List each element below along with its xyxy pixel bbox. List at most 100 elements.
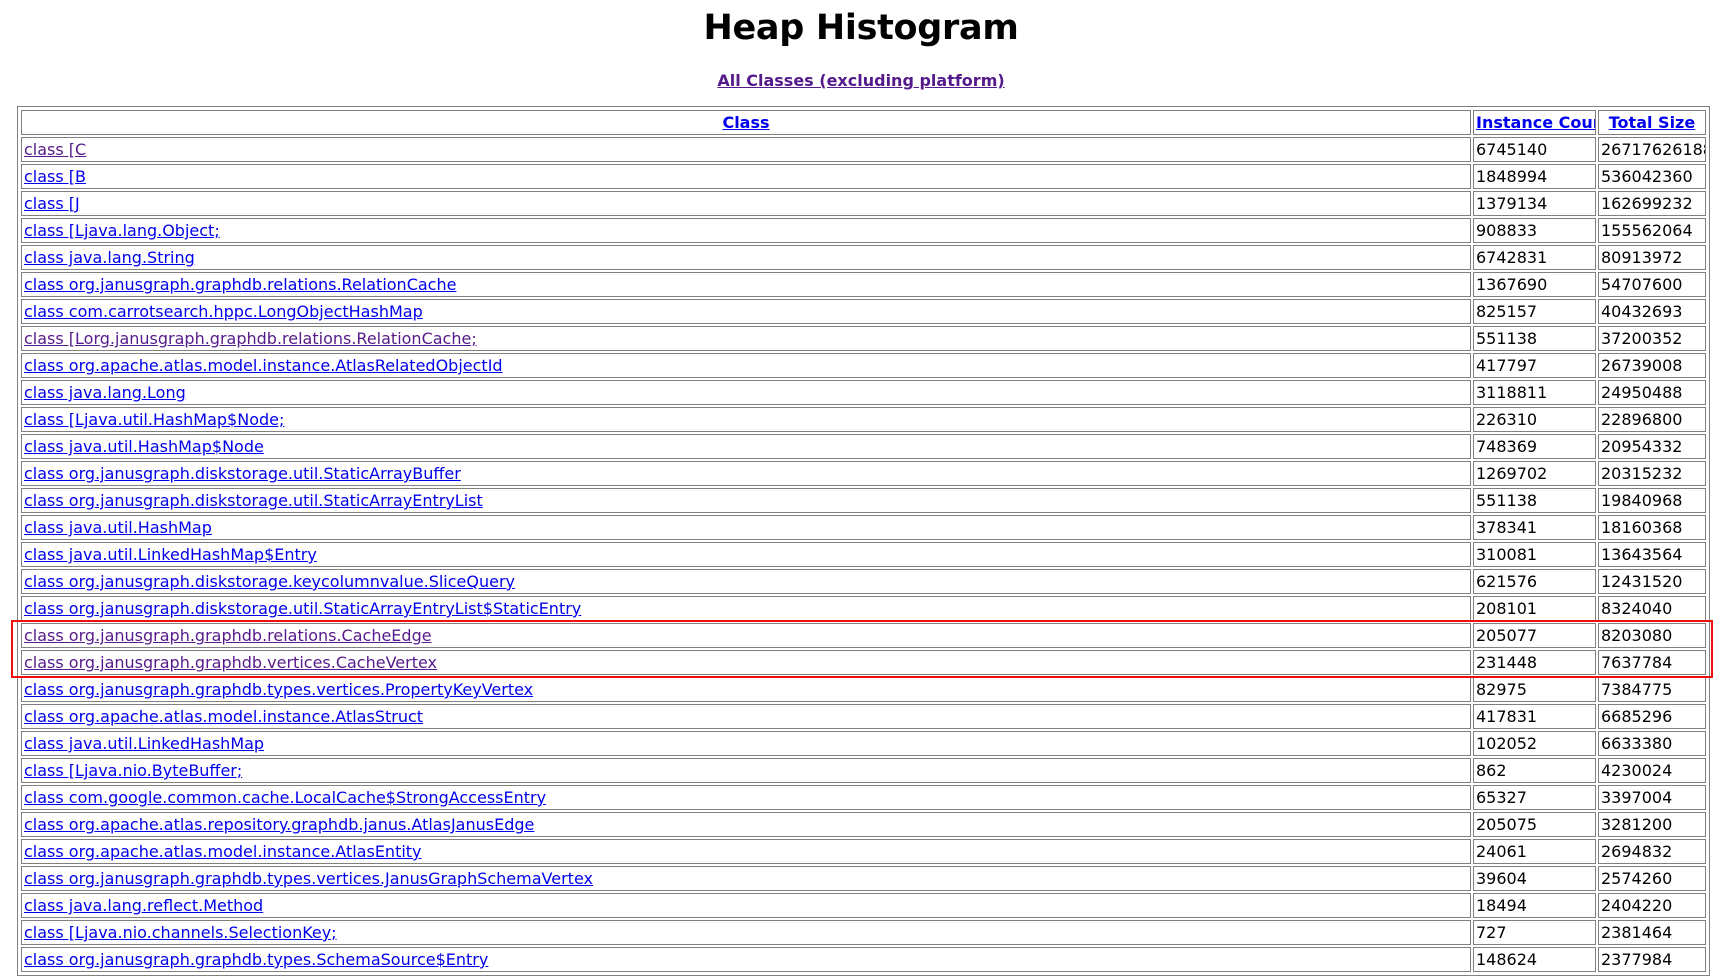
class-cell: class org.janusgraph.diskstorage.util.St… xyxy=(21,461,1471,486)
class-link[interactable]: class [Ljava.lang.Object; xyxy=(24,221,220,240)
class-link[interactable]: class [B xyxy=(24,167,86,186)
class-link[interactable]: class org.janusgraph.graphdb.vertices.Ca… xyxy=(24,653,437,672)
total-size-cell: 6685296 xyxy=(1598,704,1706,729)
table-row: class java.lang.Long 3118811 24950488 xyxy=(21,380,1706,405)
total-size-cell: 80913972 xyxy=(1598,245,1706,270)
sort-by-total-size-link[interactable]: Total Size xyxy=(1609,113,1695,132)
table-row: class java.util.HashMap 378341 18160368 xyxy=(21,515,1706,540)
sort-by-instance-count-link[interactable]: Instance Count xyxy=(1476,113,1595,132)
class-cell: class [J xyxy=(21,191,1471,216)
instance-count-cell: 205077 xyxy=(1473,623,1596,648)
total-size-cell: 536042360 xyxy=(1598,164,1706,189)
table-row: class org.janusgraph.diskstorage.util.St… xyxy=(21,596,1706,621)
instance-count-cell: 3118811 xyxy=(1473,380,1596,405)
instance-count-cell: 102052 xyxy=(1473,731,1596,756)
class-cell: class com.google.common.cache.LocalCache… xyxy=(21,785,1471,810)
total-size-cell: 26717626188 xyxy=(1598,137,1706,162)
header-instance-count: Instance Count xyxy=(1473,110,1596,135)
instance-count-cell: 6745140 xyxy=(1473,137,1596,162)
total-size-cell: 2404220 xyxy=(1598,893,1706,918)
class-link[interactable]: class com.carrotsearch.hppc.LongObjectHa… xyxy=(24,302,423,321)
class-cell: class [B xyxy=(21,164,1471,189)
total-size-cell: 13643564 xyxy=(1598,542,1706,567)
table-row: class [Ljava.nio.channels.SelectionKey; 7… xyxy=(21,920,1706,945)
total-size-cell: 20954332 xyxy=(1598,434,1706,459)
total-size-cell: 18160368 xyxy=(1598,515,1706,540)
class-cell: class [Lorg.janusgraph.graphdb.relations… xyxy=(21,326,1471,351)
instance-count-cell: 208101 xyxy=(1473,596,1596,621)
instance-count-cell: 551138 xyxy=(1473,326,1596,351)
all-classes-link[interactable]: All Classes (excluding platform) xyxy=(717,71,1004,90)
class-link[interactable]: class [C xyxy=(24,140,86,159)
table-row: class org.janusgraph.graphdb.relations.C… xyxy=(21,623,1706,648)
class-link[interactable]: class org.janusgraph.diskstorage.util.St… xyxy=(24,491,483,510)
total-size-cell: 26739008 xyxy=(1598,353,1706,378)
class-cell: class [Ljava.lang.Object; xyxy=(21,218,1471,243)
table-row: class [Lorg.janusgraph.graphdb.relations… xyxy=(21,326,1706,351)
class-link[interactable]: class org.apache.atlas.model.instance.At… xyxy=(24,842,422,861)
sort-by-class-link[interactable]: Class xyxy=(722,113,769,132)
class-cell: class org.janusgraph.graphdb.types.verti… xyxy=(21,677,1471,702)
class-link[interactable]: class org.janusgraph.graphdb.relations.R… xyxy=(24,275,456,294)
instance-count-cell: 205075 xyxy=(1473,812,1596,837)
instance-count-cell: 310081 xyxy=(1473,542,1596,567)
header-total-size: Total Size xyxy=(1598,110,1706,135)
instance-count-cell: 65327 xyxy=(1473,785,1596,810)
total-size-cell: 2694832 xyxy=(1598,839,1706,864)
class-cell: class [Ljava.nio.ByteBuffer; xyxy=(21,758,1471,783)
instance-count-cell: 226310 xyxy=(1473,407,1596,432)
instance-count-cell: 1379134 xyxy=(1473,191,1596,216)
class-link[interactable]: class java.util.LinkedHashMap$Entry xyxy=(24,545,317,564)
table-row: class org.janusgraph.graphdb.types.verti… xyxy=(21,866,1706,891)
class-link[interactable]: class org.janusgraph.graphdb.types.Schem… xyxy=(24,950,488,969)
class-cell: class org.janusgraph.diskstorage.util.St… xyxy=(21,596,1471,621)
class-link[interactable]: class java.util.LinkedHashMap xyxy=(24,734,264,753)
class-link[interactable]: class java.util.HashMap$Node xyxy=(24,437,264,456)
class-link[interactable]: class org.janusgraph.diskstorage.util.St… xyxy=(24,599,581,618)
total-size-cell: 8324040 xyxy=(1598,596,1706,621)
instance-count-cell: 825157 xyxy=(1473,299,1596,324)
instance-count-cell: 727 xyxy=(1473,920,1596,945)
class-link[interactable]: class java.util.HashMap xyxy=(24,518,212,537)
class-link[interactable]: class [Lorg.janusgraph.graphdb.relations… xyxy=(24,329,477,348)
class-link[interactable]: class [Ljava.nio.ByteBuffer; xyxy=(24,761,242,780)
class-cell: class [Ljava.util.HashMap$Node; xyxy=(21,407,1471,432)
class-link[interactable]: class org.janusgraph.diskstorage.keycolu… xyxy=(24,572,515,591)
class-link[interactable]: class org.janusgraph.graphdb.types.verti… xyxy=(24,680,533,699)
class-link[interactable]: class org.apache.atlas.repository.graphd… xyxy=(24,815,534,834)
class-cell: class org.janusgraph.diskstorage.util.St… xyxy=(21,488,1471,513)
subnav: All Classes (excluding platform) xyxy=(0,71,1722,93)
table-row: class org.janusgraph.diskstorage.util.St… xyxy=(21,488,1706,513)
class-link[interactable]: class java.lang.String xyxy=(24,248,195,267)
table-row: class org.apache.atlas.model.instance.At… xyxy=(21,839,1706,864)
class-link[interactable]: class java.lang.Long xyxy=(24,383,186,402)
class-cell: class org.janusgraph.graphdb.vertices.Ca… xyxy=(21,650,1471,675)
table-row: class org.janusgraph.graphdb.vertices.Ca… xyxy=(21,650,1706,675)
class-link[interactable]: class [Ljava.util.HashMap$Node; xyxy=(24,410,284,429)
class-link[interactable]: class org.janusgraph.graphdb.relations.C… xyxy=(24,626,432,645)
table-row: class java.lang.String 6742831 80913972 xyxy=(21,245,1706,270)
class-link[interactable]: class [Ljava.nio.channels.SelectionKey; xyxy=(24,923,337,942)
class-link[interactable]: class [J xyxy=(24,194,80,213)
table-row: class org.janusgraph.graphdb.types.verti… xyxy=(21,677,1706,702)
instance-count-cell: 231448 xyxy=(1473,650,1596,675)
table-row: class com.google.common.cache.LocalCache… xyxy=(21,785,1706,810)
histogram-table: Class Instance Count Total Size class [C… xyxy=(19,108,1708,974)
class-link[interactable]: class org.janusgraph.graphdb.types.verti… xyxy=(24,869,593,888)
table-row: class java.util.LinkedHashMap$Entry 31008… xyxy=(21,542,1706,567)
table-row: class com.carrotsearch.hppc.LongObjectHa… xyxy=(21,299,1706,324)
instance-count-cell: 82975 xyxy=(1473,677,1596,702)
class-link[interactable]: class java.lang.reflect.Method xyxy=(24,896,263,915)
class-cell: class java.util.HashMap$Node xyxy=(21,434,1471,459)
total-size-cell: 19840968 xyxy=(1598,488,1706,513)
class-cell: class java.lang.reflect.Method xyxy=(21,893,1471,918)
class-link[interactable]: class org.janusgraph.diskstorage.util.St… xyxy=(24,464,461,483)
total-size-cell: 4230024 xyxy=(1598,758,1706,783)
class-link[interactable]: class org.apache.atlas.model.instance.At… xyxy=(24,707,423,726)
total-size-cell: 2381464 xyxy=(1598,920,1706,945)
table-row: class java.util.LinkedHashMap 102052 66333… xyxy=(21,731,1706,756)
total-size-cell: 7637784 xyxy=(1598,650,1706,675)
class-cell: class [C xyxy=(21,137,1471,162)
class-link[interactable]: class org.apache.atlas.model.instance.At… xyxy=(24,356,503,375)
class-link[interactable]: class com.google.common.cache.LocalCache… xyxy=(24,788,546,807)
